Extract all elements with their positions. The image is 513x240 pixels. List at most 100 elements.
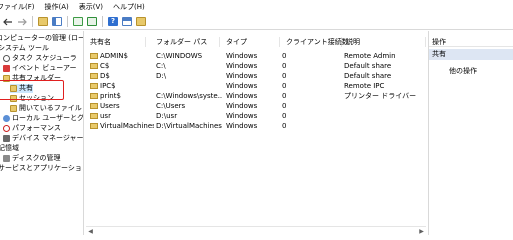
toolbar-divider [102,16,103,27]
folder-path-cell: C:\ [156,62,166,70]
column-header-client-connections[interactable]: クライアント接続数 [282,37,349,47]
tree-item-label: タスク スケジューラ [12,54,77,62]
share-name-cell: C$ [90,62,152,71]
refresh-icon[interactable] [72,16,84,28]
table-row[interactable]: VirtualMachines D:\VirtualMachines Windo… [86,122,426,131]
folder-path-cell: C:\Windows\syste... [156,92,222,100]
connections-cell: 0 [282,122,287,130]
open-files-icon [10,105,17,112]
table-row[interactable]: Users C:\Users Windows 0 [86,102,426,111]
share-name: C$ [100,62,110,70]
tree-item-computer-management[interactable]: コンピューターの管理 (ローカル) [0,34,84,43]
tree-item-local-users-groups[interactable]: ローカル ユーザーとグループ [3,114,84,123]
tree-item-storage[interactable]: 記憶域 [0,144,19,153]
actions-pane: 操作 共有 他の操作 [428,31,513,235]
folder-path-cell: D:\ [156,72,167,80]
table-row[interactable]: IPC$ Windows 0 Remote IPC [86,82,426,91]
folder-path-cell: C:\WINDOWS [156,52,203,60]
menu-bar: ファイル(F) 操作(A) 表示(V) ヘルプ(H) [0,0,513,14]
tree-item-label: ローカル ユーザーとグループ [12,114,84,122]
menu-view[interactable]: 表示(V) [74,0,108,14]
tree-item-label: 開いているファイル [19,104,82,112]
share-name: IPC$ [100,82,116,90]
share-name-cell: print$ [90,92,152,101]
type-cell: Windows [226,92,258,100]
scroll-right-icon[interactable]: ▶ [417,227,426,236]
actions-title: 操作 [429,37,513,47]
tree-item-services-applications[interactable]: サービスとアプリケーション [0,164,84,173]
connections-cell: 0 [282,52,287,60]
folder-icon[interactable] [37,16,49,28]
folder-path-cell: D:\usr [156,112,178,120]
table-row[interactable]: print$ C:\Windows\syste... Windows 0 プリン… [86,92,426,101]
connections-cell: 0 [282,102,287,110]
tree-item-device-manager[interactable]: デバイス マネージャー [3,134,84,143]
menu-file[interactable]: ファイル(F) [0,0,40,14]
toolbar-divider [32,16,33,27]
back-icon[interactable] [2,16,14,28]
users-icon [3,115,10,122]
share-icon [90,53,98,59]
share-name: D$ [100,72,110,80]
performance-icon [3,125,10,132]
type-cell: Windows [226,52,258,60]
tree-item-open-files[interactable]: 開いているファイル [10,104,82,113]
toolbar: ? [0,14,513,30]
toolbar-divider [67,16,68,27]
console-tree: コンピューターの管理 (ローカル) システム ツール タスク スケジューラ イベ… [0,31,84,235]
help-icon[interactable]: ? [107,16,119,28]
folder-path-cell: D:\VirtualMachines [156,122,222,130]
tree-item-event-viewer[interactable]: イベント ビューアー [3,64,77,73]
type-cell: Windows [226,102,258,110]
share-name-cell: usr [90,112,152,121]
properties-icon[interactable] [121,16,133,28]
share-icon [90,103,98,109]
column-header-share-name[interactable]: 共有名 [86,37,146,47]
event-viewer-icon [3,65,10,72]
table-row[interactable]: ADMIN$ C:\WINDOWS Windows 0 Remote Admin [86,52,426,61]
connections-cell: 0 [282,112,287,120]
table-row[interactable]: D$ D:\ Windows 0 Default share [86,72,426,81]
actions-group-shares[interactable]: 共有 [429,49,513,60]
type-cell: Windows [226,62,258,70]
connections-cell: 0 [282,72,287,80]
disk-icon [3,155,10,162]
column-header-description[interactable]: 説明 [342,37,426,47]
share-icon [90,93,98,99]
tree-item-system-tools[interactable]: システム ツール [0,44,49,53]
tree-item-performance[interactable]: パフォーマンス [3,124,61,133]
share-icon [90,113,98,119]
export-icon[interactable] [86,16,98,28]
connections-cell: 0 [282,92,287,100]
description-cell: Remote Admin [344,52,396,60]
type-cell: Windows [226,72,258,80]
tree-item-task-scheduler[interactable]: タスク スケジューラ [3,54,77,63]
description-cell: Default share [344,72,392,80]
console-tree-icon[interactable] [51,16,63,28]
more-actions-item[interactable]: 他の操作 [449,67,477,76]
share-list: 共有名 フォルダー パス タイプ クライアント接続数 説明 ADMIN$ C:\… [86,31,426,235]
table-row[interactable]: usr D:\usr Windows 0 [86,112,426,121]
share-name: VirtualMachines [100,122,154,130]
forward-icon[interactable] [16,16,28,28]
tree-item-label: デバイス マネージャー [12,134,84,142]
share-icon [90,73,98,79]
menu-help[interactable]: ヘルプ(H) [108,0,150,14]
tree-item-disk-management[interactable]: ディスクの管理 [3,154,61,163]
table-row[interactable]: C$ C:\ Windows 0 Default share [86,62,426,71]
tree-item-label: 記憶域 [0,144,19,152]
menu-action[interactable]: 操作(A) [40,0,74,14]
scroll-left-icon[interactable]: ◀ [86,227,95,236]
new-share-icon[interactable] [135,16,147,28]
share-name: ADMIN$ [100,52,128,60]
type-cell: Windows [226,82,258,90]
share-name-cell: VirtualMachines [90,122,154,131]
horizontal-scrollbar[interactable]: ◀ ▶ [86,226,426,235]
tree-item-label: コンピューターの管理 (ローカル) [0,34,84,42]
tree-item-label: サービスとアプリケーション [0,164,84,172]
tree-item-label: ディスクの管理 [12,154,61,162]
column-header-type[interactable]: タイプ [222,37,280,47]
share-name: print$ [100,92,121,100]
column-header-folder-path[interactable]: フォルダー パス [152,37,220,47]
share-icon [90,83,98,89]
